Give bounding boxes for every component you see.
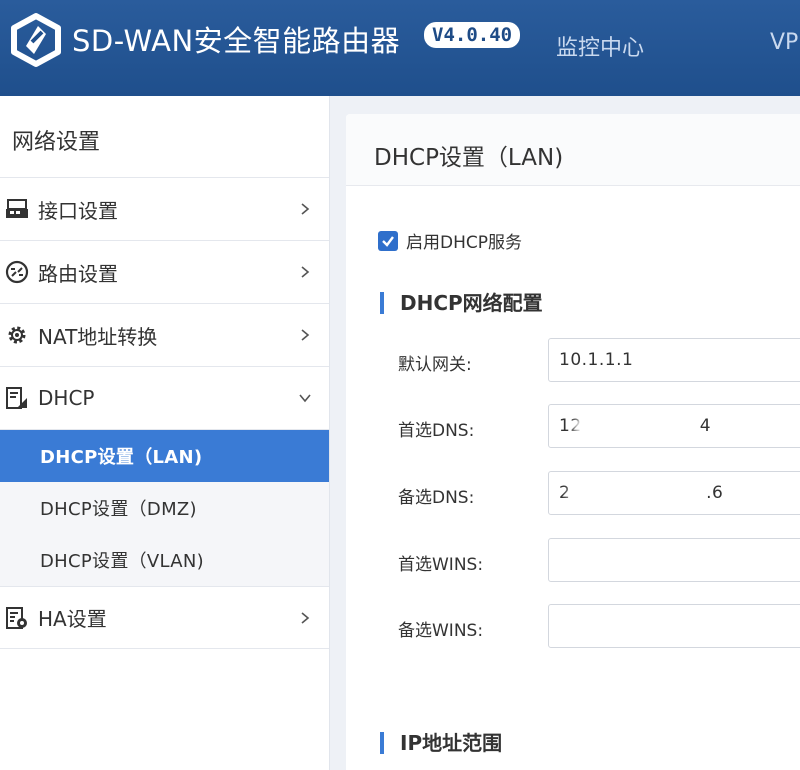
chevron-right-icon xyxy=(301,329,310,341)
gateway-input[interactable] xyxy=(548,338,800,382)
enable-dhcp-label: 启用DHCP服务 xyxy=(406,233,522,253)
sidebar-subitem-dhcp-vlan[interactable]: DHCP设置（VLAN) xyxy=(0,534,329,586)
sidebar-item-label: NAT地址转换 xyxy=(38,324,158,349)
field-label-gateway: 默认网关: xyxy=(398,355,472,375)
checkmark-icon[interactable] xyxy=(378,230,398,251)
sidebar-item-nat[interactable]: NAT地址转换 xyxy=(0,304,329,367)
section-title-ip-range: IP地址范围 xyxy=(380,732,502,754)
section-title-dhcp-network: DHCP网络配置 xyxy=(380,292,543,314)
sidebar-item-interface[interactable]: 接口设置 xyxy=(0,178,329,241)
dhcp-submenu: DHCP设置（LAN) DHCP设置（DMZ) DHCP设置（VLAN) xyxy=(0,430,329,586)
sidebar-subitem-dhcp-lan[interactable]: DHCP设置（LAN) xyxy=(0,430,329,482)
sidebar-item-route[interactable]: 路由设置 xyxy=(0,241,329,304)
sidebar-item-dhcp[interactable]: DHCP xyxy=(0,367,329,430)
chevron-right-icon xyxy=(301,266,310,278)
sidebar: 网络设置 接口设置 路由设置 NAT地址转换 DHCP DHCP设置（LAN) … xyxy=(0,96,330,770)
secondary-wins-input[interactable] xyxy=(548,604,800,648)
field-label-secondary-dns: 备选DNS: xyxy=(398,488,475,508)
sidebar-item-label: HA设置 xyxy=(38,607,107,631)
nav-monitor-center[interactable]: 监控中心 xyxy=(556,30,644,62)
primary-wins-input[interactable] xyxy=(548,538,800,582)
dhcp-icon xyxy=(4,385,30,411)
nav-vpn[interactable]: VP xyxy=(770,30,798,55)
field-label-secondary-wins: 备选WINS: xyxy=(398,621,484,641)
sidebar-title: 网络设置 xyxy=(0,96,329,178)
chevron-down-icon xyxy=(299,394,311,403)
page-title: DHCP设置（LAN) xyxy=(346,114,800,186)
redaction-mask xyxy=(574,416,694,438)
gear-icon xyxy=(4,322,30,348)
sidebar-subitem-dhcp-dmz[interactable]: DHCP设置（DMZ) xyxy=(0,482,329,534)
route-icon xyxy=(4,259,30,285)
interface-icon xyxy=(4,196,30,222)
sidebar-item-label: 接口设置 xyxy=(38,198,118,223)
sidebar-item-label: 路由设置 xyxy=(38,261,118,286)
top-header: SD-WAN安全智能路由器 V4.0.40 监控中心 VP xyxy=(0,0,800,96)
version-badge: V4.0.40 xyxy=(424,22,521,48)
brand-logo-icon xyxy=(11,13,61,67)
brand-title: SD-WAN安全智能路由器 xyxy=(72,24,401,58)
field-label-primary-wins: 首选WINS: xyxy=(398,555,484,575)
sidebar-item-label: DHCP xyxy=(38,386,95,410)
redaction-mask xyxy=(568,483,664,505)
sidebar-item-ha[interactable]: HA设置 xyxy=(0,586,329,649)
chevron-right-icon xyxy=(301,203,310,215)
dhcp-settings-panel: DHCP设置（LAN) 启用DHCP服务 DHCP网络配置 默认网关: 首选DN… xyxy=(346,114,800,770)
field-label-primary-dns: 首选DNS: xyxy=(398,421,475,441)
ha-icon xyxy=(4,605,30,631)
enable-dhcp-checkbox[interactable]: 启用DHCP服务 xyxy=(378,228,522,253)
chevron-right-icon xyxy=(301,611,310,624)
